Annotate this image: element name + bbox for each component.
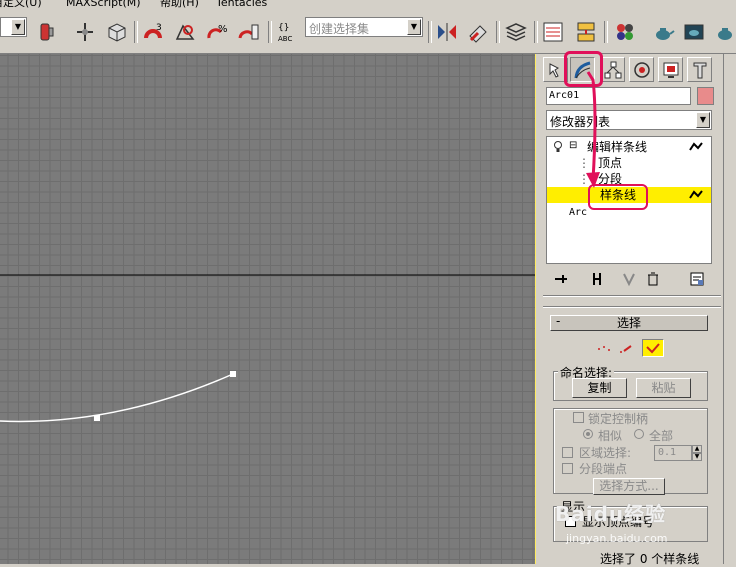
all-label: 全部 (649, 429, 674, 443)
svg-text:{}: {} (278, 23, 289, 33)
menu-maxscript[interactable]: MAXScript(M) (66, 0, 141, 8)
area-select-checkbox[interactable] (562, 447, 573, 458)
all-radio[interactable] (634, 429, 644, 439)
box-icon[interactable] (104, 19, 130, 45)
spinner-snap-icon[interactable] (236, 19, 262, 45)
area-select-spinner[interactable]: 0.1 ▲ ▼ (654, 445, 704, 461)
show-end-result-icon[interactable] (586, 268, 608, 290)
selection-set-placeholder: 创建选择集 (309, 22, 370, 36)
percent-snap-icon[interactable]: % (204, 19, 230, 45)
snap-toggle-icon[interactable]: 3 (140, 19, 166, 45)
area-select-label: 区域选择: (579, 446, 632, 460)
align-icon[interactable] (465, 19, 491, 45)
chevron-down-icon[interactable]: ▼ (407, 19, 421, 35)
arc-spline (0, 373, 234, 423)
angle-snap-icon[interactable] (172, 19, 198, 45)
selection-rollout-header[interactable]: - 选择 (550, 314, 708, 331)
select-by-button[interactable]: 选择方式... (593, 478, 665, 495)
segment-end-checkbox[interactable] (562, 463, 573, 474)
segment-end-label: 分段端点 (579, 462, 628, 476)
svg-text:%: % (218, 24, 228, 35)
render-frame-icon[interactable] (681, 19, 707, 45)
render-teapot-icon[interactable] (650, 19, 676, 45)
toolbar-combo-left[interactable]: ▼ (0, 17, 27, 37)
edit-named-selection-icon[interactable]: {} ABC (275, 19, 301, 45)
svg-text:ABC: ABC (278, 35, 292, 43)
menu-tentacles[interactable]: Tentacles (216, 0, 267, 8)
copy-button[interactable]: 复制 (572, 378, 627, 398)
configure-modifier-sets-icon[interactable] (686, 268, 708, 290)
schematic-view-icon[interactable] (573, 19, 599, 45)
stack-toolbar (546, 268, 712, 290)
annotation-arrow (586, 71, 600, 188)
lock-handles-checkbox[interactable] (573, 412, 584, 423)
watermark-url: jingyan.baidu.com (566, 532, 668, 545)
subobject-spline-button[interactable] (642, 339, 664, 357)
spline-vertex (230, 371, 236, 377)
pin-stack-icon[interactable] (550, 268, 572, 290)
chevron-down-icon[interactable]: ▼ (11, 19, 25, 35)
quick-render-icon[interactable] (712, 19, 736, 45)
selection-status: 选择了 0 个样条线 (600, 552, 700, 566)
curve-editor-icon[interactable] (540, 19, 566, 45)
paste-button[interactable]: 粘贴 (636, 378, 691, 398)
area-select-value[interactable]: 0.1 (654, 445, 692, 461)
subobject-vertex-button[interactable] (593, 340, 615, 358)
watermark-logo: Baidu经验 (555, 502, 667, 526)
layer-manager-icon[interactable] (503, 19, 529, 45)
selection-set-dropdown[interactable]: 创建选择集 ▼ (305, 17, 423, 37)
subobject-segment-button[interactable] (616, 340, 638, 358)
remove-modifier-icon[interactable] (642, 268, 664, 290)
lock-handles-label: 锁定控制柄 (588, 412, 649, 426)
material-editor-icon[interactable] (612, 19, 638, 45)
rollout-title: 选择 (616, 316, 641, 330)
spinner-up-icon[interactable]: ▲ (692, 445, 702, 453)
spinner-down-icon[interactable]: ▼ (692, 453, 702, 461)
menu-customize[interactable]: 自定义(U) (0, 0, 42, 8)
svg-text:3: 3 (156, 23, 162, 33)
similar-label: 相似 (598, 429, 623, 443)
menu-bar: 自定义(U) MAXScript(M) 帮助(H) Tentacles (0, 0, 736, 11)
panel-scrollbar[interactable] (723, 54, 736, 564)
command-panel: Arc01 修改器列表 ▼ ⊟ 编辑样条线 ⋮ 顶点 ⋮ 分段 样条线 Arc (541, 51, 723, 564)
select-filter-icon[interactable] (34, 19, 60, 45)
main-toolbar: 3 % {} ABC 创建选择集 ▼ (0, 11, 736, 54)
mirror-icon[interactable] (434, 19, 460, 45)
spline-vertex (94, 415, 100, 421)
pivot-icon[interactable] (72, 19, 98, 45)
viewport[interactable] (0, 54, 535, 564)
similar-radio[interactable] (583, 429, 593, 439)
menu-help[interactable]: 帮助(H) (160, 0, 199, 8)
make-unique-icon[interactable] (618, 268, 640, 290)
